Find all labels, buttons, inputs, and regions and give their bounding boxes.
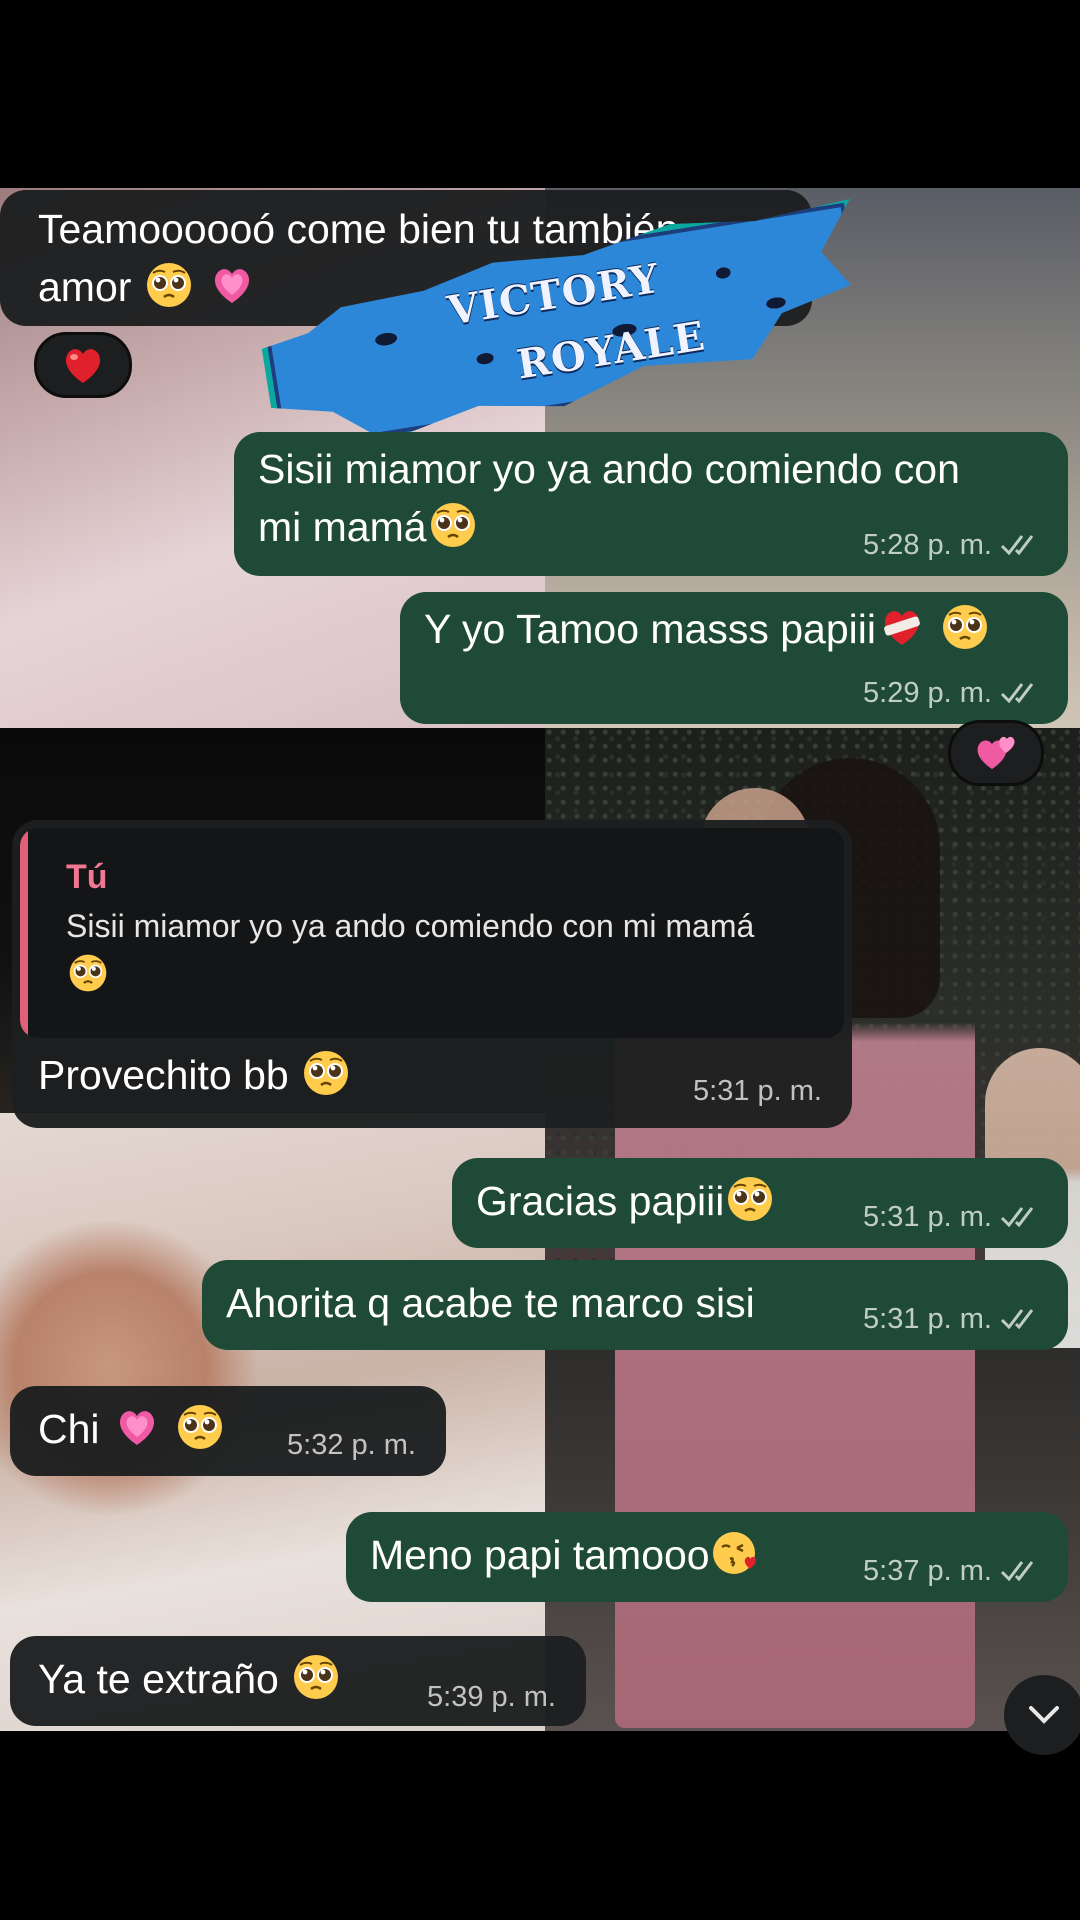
mending-heart-icon: [878, 603, 926, 651]
message-text: Sisii miamor yo ya ando comiendo con: [258, 446, 960, 492]
double-check-icon: [1000, 1204, 1042, 1230]
message-time: 5:32 p. m.: [287, 1429, 416, 1461]
message-text: Chi: [38, 1406, 100, 1452]
pleading-face-icon: [145, 261, 193, 309]
message-text: Provechito bb: [38, 1052, 289, 1098]
pleading-face-icon: [726, 1175, 774, 1223]
message-time: 5:39 p. m.: [427, 1681, 556, 1713]
incoming-message[interactable]: Ya te extraño 5:39 p. m.: [10, 1636, 586, 1726]
message-time: 5:31 p. m.: [863, 1201, 992, 1233]
outgoing-message[interactable]: Gracias papiii 5:31 p. m.: [452, 1158, 1068, 1248]
pleading-face-icon: [429, 501, 477, 549]
pleading-face-icon: [176, 1403, 224, 1451]
pleading-face-icon: [68, 953, 108, 993]
message-time: 5:31 p. m.: [693, 1075, 822, 1107]
double-check-icon: [1000, 1306, 1042, 1332]
double-check-icon: [1000, 680, 1042, 706]
message-time: 5:29 p. m.: [863, 677, 992, 709]
quote-text: Sisii miamor yo ya ando comiendo con mi …: [66, 902, 844, 998]
message-text: mi mamá: [258, 504, 427, 550]
red-heart-icon: [59, 341, 107, 389]
message-text: Y yo Tamoo masss papiii: [424, 606, 876, 652]
message-text: Gracias papiii: [476, 1178, 725, 1224]
two-hearts-icon: [972, 729, 1020, 777]
quoted-message[interactable]: Tú Sisii miamor yo ya ando comiendo con …: [20, 828, 844, 1038]
incoming-message[interactable]: Tú Sisii miamor yo ya ando comiendo con …: [12, 820, 852, 1128]
scroll-down-button[interactable]: [1004, 1675, 1080, 1755]
outgoing-message[interactable]: Meno papi tamooo 5:37 p. m.: [346, 1512, 1068, 1602]
growing-heart-icon: [208, 261, 256, 309]
pleading-face-icon: [292, 1653, 340, 1701]
message-text: Ya te extraño: [38, 1656, 279, 1702]
reaction-badge[interactable]: [34, 332, 132, 398]
quote-author: Tú: [66, 858, 108, 896]
outgoing-message[interactable]: Sisii miamor yo ya ando comiendo con mi …: [234, 432, 1068, 576]
outgoing-message[interactable]: Ahorita q acabe te marco sisi 5:31 p. m.: [202, 1260, 1068, 1350]
message-time: 5:28 p. m.: [863, 529, 992, 561]
incoming-message[interactable]: Chi 5:32 p. m.: [10, 1386, 446, 1476]
message-text: Ahorita q acabe te marco sisi: [226, 1280, 755, 1326]
message-text: Meno papi tamooo: [370, 1532, 710, 1578]
growing-heart-icon: [113, 1403, 161, 1451]
chat-screen: Teamoooooó come bien tu también amor VIC…: [0, 0, 1080, 1920]
pleading-face-icon: [302, 1049, 350, 1097]
pleading-face-icon: [941, 603, 989, 651]
double-check-icon: [1000, 532, 1042, 558]
outgoing-message[interactable]: Y yo Tamoo masss papiii 5:29 p. m.: [400, 592, 1068, 724]
quote-bar: [20, 828, 28, 1038]
chevron-down-icon: [1029, 1706, 1059, 1724]
face-blowing-kiss-icon: [712, 1529, 760, 1577]
message-time: 5:31 p. m.: [863, 1303, 992, 1335]
message-time: 5:37 p. m.: [863, 1555, 992, 1587]
double-check-icon: [1000, 1558, 1042, 1584]
reaction-badge[interactable]: [948, 720, 1044, 786]
chat-area[interactable]: Teamoooooó come bien tu también amor VIC…: [0, 188, 1080, 1731]
message-text: amor: [38, 264, 132, 310]
